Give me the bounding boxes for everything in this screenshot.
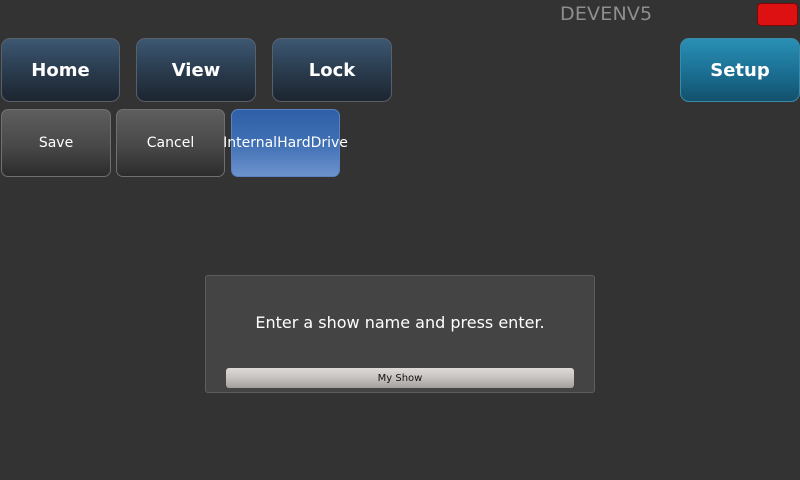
save-button[interactable]: Save [1, 109, 111, 177]
status-indicator [757, 3, 798, 26]
internal-harddrive-button[interactable]: Internal HardDrive [223, 109, 348, 177]
show-name-dialog: Enter a show name and press enter. [205, 275, 595, 393]
view-button[interactable]: View [136, 38, 256, 102]
dialog-prompt: Enter a show name and press enter. [255, 313, 545, 332]
drive-label-line2: HardDrive [277, 135, 348, 151]
lock-button[interactable]: Lock [272, 38, 392, 102]
device-name: DEVENV5 [560, 3, 653, 25]
drive-label-line1: Internal [223, 135, 278, 151]
cancel-button[interactable]: Cancel [116, 109, 225, 177]
home-button[interactable]: Home [1, 38, 120, 102]
show-name-input[interactable] [226, 368, 574, 388]
setup-button[interactable]: Setup [680, 38, 800, 102]
screen: DEVENV5 Home View Lock Setup Save Cancel… [0, 0, 800, 480]
